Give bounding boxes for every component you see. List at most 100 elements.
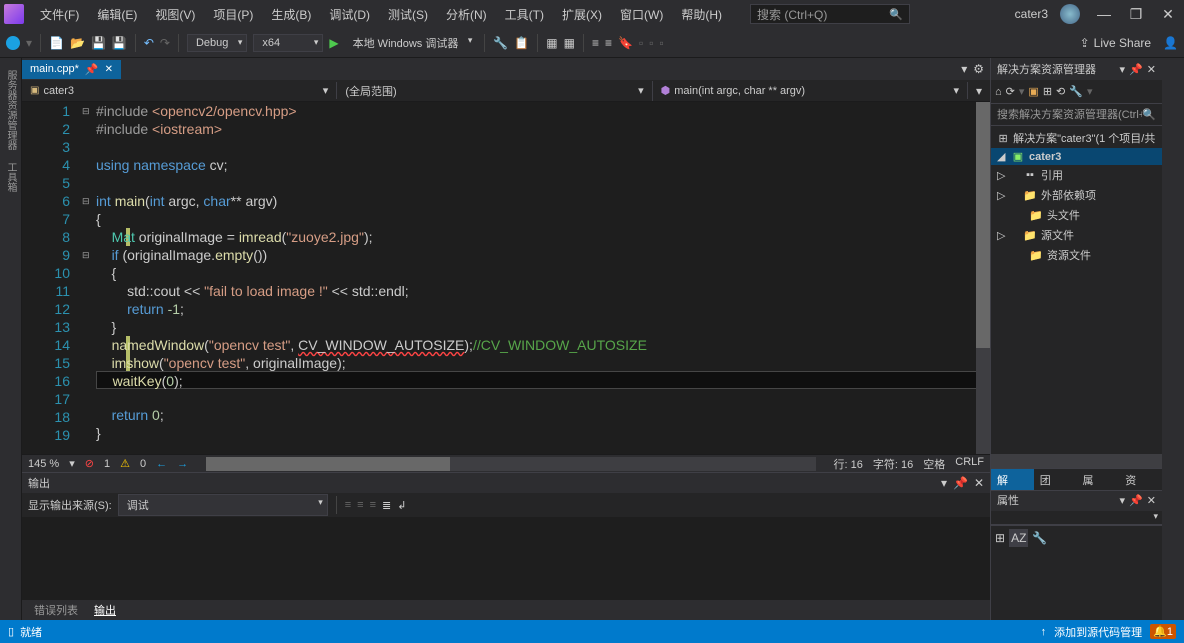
panel-dropdown-icon[interactable]: ▾ xyxy=(1120,491,1126,511)
nav-scope-dropdown[interactable]: (全局范围) ▾ xyxy=(337,81,652,101)
output-wrap-icon[interactable]: ↲ xyxy=(397,499,406,512)
menu-tools[interactable]: 工具(T) xyxy=(497,2,552,27)
solution-node[interactable]: ⊞ 解决方案"cater3"(1 个项目/共 1 个 xyxy=(991,128,1162,148)
menu-help[interactable]: 帮助(H) xyxy=(673,2,730,27)
fold-toggle-icon[interactable]: ⊟ xyxy=(82,246,96,264)
panel-dropdown-icon[interactable]: ▾ xyxy=(1120,63,1126,76)
show-all-icon[interactable]: ⊞ xyxy=(1043,85,1052,98)
file-tab-main-cpp[interactable]: main.cpp* 📌 ✕ xyxy=(22,60,121,79)
config-dropdown[interactable]: Debug xyxy=(187,34,247,52)
team-explorer-tab[interactable]: 团队... xyxy=(1034,469,1077,490)
live-share-button[interactable]: ⇪ Live Share 👤 xyxy=(1080,36,1178,50)
start-debug-icon[interactable]: ▶ xyxy=(329,36,338,50)
warning-count-icon[interactable]: ⚠ xyxy=(120,457,130,470)
categorize-icon[interactable]: ⊞ xyxy=(995,531,1005,545)
panel-pin-icon[interactable]: 📌 xyxy=(1129,63,1143,76)
sources-node[interactable]: ▷ 📁 源文件 xyxy=(991,225,1162,245)
resources-tab[interactable]: 资源... xyxy=(1119,469,1162,490)
panel-close-icon[interactable]: ✕ xyxy=(1147,491,1156,511)
alphabetical-icon[interactable]: AZ xyxy=(1009,529,1028,547)
tb-icon-6[interactable]: ≡ xyxy=(605,36,612,50)
solution-tree[interactable]: ⊞ 解决方案"cater3"(1 个项目/共 1 个 ◢ ▣ cater3 ▷ … xyxy=(991,126,1162,454)
maximize-button[interactable]: ❐ xyxy=(1124,6,1148,23)
errorlist-tab[interactable]: 错误列表 xyxy=(28,600,84,620)
panel-close-icon[interactable]: ✕ xyxy=(974,476,984,490)
platform-dropdown[interactable]: x64 xyxy=(253,34,323,52)
code-content[interactable]: #include <opencv2/opencv.hpp> #include <… xyxy=(96,102,990,454)
menu-debug[interactable]: 调试(D) xyxy=(321,2,378,27)
solution-explorer-tab[interactable]: 解决... xyxy=(991,469,1034,490)
server-explorer-tab[interactable]: 服务器资源管理器 xyxy=(1,66,20,154)
output-tb-icon[interactable]: ≡ xyxy=(357,499,363,511)
fold-toggle-icon[interactable]: ⊟ xyxy=(82,102,96,120)
code-editor[interactable]: 123 456 789 101112 131415 161718 19 ⊟ ⊟ … xyxy=(22,102,990,454)
undo-icon[interactable]: ↶ xyxy=(144,36,154,50)
tb-icon-1[interactable]: 🔧 xyxy=(493,36,508,50)
menu-project[interactable]: 项目(P) xyxy=(205,2,261,27)
vertical-scrollbar[interactable] xyxy=(976,102,990,454)
output-tb-icon[interactable]: ≡ xyxy=(370,499,376,511)
debug-target-dropdown[interactable]: 本地 Windows 调试器 xyxy=(345,33,477,53)
props-icon[interactable]: 🔧 xyxy=(1032,531,1047,545)
toolbox-tab[interactable]: 工具箱 xyxy=(1,158,20,196)
new-file-icon[interactable]: 📄 xyxy=(49,36,64,50)
redo-icon[interactable]: ↷ xyxy=(160,36,170,50)
nav-member-dropdown[interactable]: ⬢ main(int argc, char ** argv) ▾ xyxy=(653,82,968,99)
quick-search[interactable]: 搜索 (Ctrl+Q) 🔍 xyxy=(750,4,910,24)
tb-icon-2[interactable]: 📋 xyxy=(514,36,529,50)
tb-icon-7[interactable]: 🔖 xyxy=(618,36,633,50)
close-button[interactable]: ✕ xyxy=(1156,6,1180,23)
panel-autohide-icon[interactable]: ▾ xyxy=(941,476,947,490)
horizontal-scrollbar[interactable] xyxy=(206,457,815,471)
output-source-dropdown[interactable]: 调试 xyxy=(118,494,328,516)
tb-icon-8[interactable]: ▫ xyxy=(639,36,643,50)
nav-project-dropdown[interactable]: ▣ cater3 ▾ xyxy=(22,82,337,99)
output-text[interactable] xyxy=(22,517,990,600)
user-avatar-icon[interactable] xyxy=(1060,4,1080,24)
nav-fwd-icon[interactable]: → xyxy=(177,458,188,470)
menu-test[interactable]: 测试(S) xyxy=(380,2,436,27)
scm-label[interactable]: 添加到源代码管理 xyxy=(1054,624,1142,640)
explorer-search[interactable]: 搜索解决方案资源管理器(Ctrl+;) 🔍 xyxy=(991,104,1162,126)
menu-extensions[interactable]: 扩展(X) xyxy=(554,2,610,27)
panel-pin-icon[interactable]: 📌 xyxy=(1129,491,1143,511)
tab-settings-icon[interactable]: ⚙ xyxy=(973,62,984,76)
sync-icon[interactable]: ⟳ xyxy=(1006,85,1015,98)
panel-close-icon[interactable]: ✕ xyxy=(1147,63,1156,76)
menu-file[interactable]: 文件(F) xyxy=(32,2,87,27)
explorer-hscroll[interactable] xyxy=(991,454,1162,468)
minimize-button[interactable]: — xyxy=(1092,6,1116,23)
properties-icon[interactable]: 🔧 xyxy=(1069,85,1083,98)
output-tab[interactable]: 输出 xyxy=(88,600,122,620)
collapse-icon[interactable]: ▣ xyxy=(1028,85,1038,98)
output-tb-icon[interactable]: ≡ xyxy=(345,499,351,511)
fold-toggle-icon[interactable]: ⊟ xyxy=(82,192,96,210)
tab-close-icon[interactable]: ✕ xyxy=(105,64,113,75)
project-node[interactable]: ◢ ▣ cater3 xyxy=(991,148,1162,165)
error-count-icon[interactable]: ⊘ xyxy=(85,457,94,470)
resources-node[interactable]: 📁 资源文件 xyxy=(991,245,1162,265)
scm-icon[interactable]: ↑ xyxy=(1041,626,1047,638)
external-deps-node[interactable]: ▷ 📁 外部依赖项 xyxy=(991,185,1162,205)
tab-overflow-icon[interactable]: ▾ xyxy=(961,62,967,76)
panel-pin-icon[interactable]: 📌 xyxy=(953,476,968,490)
tb-icon-3[interactable]: ▦ xyxy=(546,36,557,50)
zoom-level[interactable]: 145 % xyxy=(28,458,59,470)
feedback-icon[interactable]: 👤 xyxy=(1163,36,1178,50)
menu-analyze[interactable]: 分析(N) xyxy=(438,2,495,27)
pin-icon[interactable]: 📌 xyxy=(85,63,99,76)
tb-icon-5[interactable]: ≡ xyxy=(592,36,599,50)
refresh-icon[interactable]: ⟲ xyxy=(1056,85,1065,98)
menu-edit[interactable]: 编辑(E) xyxy=(89,2,145,27)
properties-tab[interactable]: 属性... xyxy=(1077,469,1120,490)
back-nav-icon[interactable] xyxy=(6,36,20,50)
headers-node[interactable]: 📁 头文件 xyxy=(991,205,1162,225)
tb-icon-4[interactable]: ▦ xyxy=(564,36,575,50)
home-icon[interactable]: ⌂ xyxy=(995,86,1002,98)
menu-window[interactable]: 窗口(W) xyxy=(612,2,671,27)
tb-icon-10[interactable]: ▫ xyxy=(659,36,663,50)
nav-split-icon[interactable]: ▾ xyxy=(968,84,990,98)
nav-back-icon[interactable]: ← xyxy=(156,458,167,470)
open-file-icon[interactable]: 📂 xyxy=(70,36,85,50)
save-icon[interactable]: 💾 xyxy=(91,36,106,50)
